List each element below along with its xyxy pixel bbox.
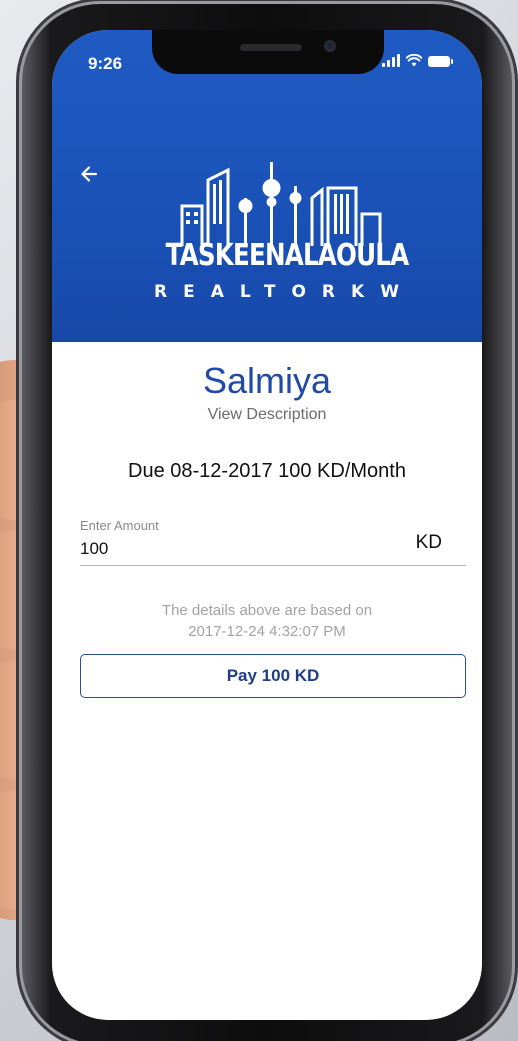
info-line-2: 2017-12-24 4:32:07 PM (188, 623, 346, 640)
back-button[interactable] (74, 158, 106, 190)
phone-notch (152, 30, 384, 74)
app-header: 9:26 TASKEENALAOULA REALTORKW (52, 30, 482, 342)
amount-input[interactable] (80, 536, 398, 562)
info-line-1: The details above are based on (161, 602, 373, 619)
wifi-icon (406, 54, 422, 67)
skyline-logo-icon (180, 162, 382, 246)
brand-logo: TASKEENALAOULA REALTORKW (142, 158, 415, 318)
front-camera (324, 40, 336, 52)
status-time: 9:26 (88, 54, 123, 73)
signal-icon (382, 54, 400, 67)
due-text: Due 08-12-2017 100 KD/Month (128, 460, 406, 482)
currency-label: KD (415, 532, 442, 553)
input-underline (80, 565, 466, 566)
info-text: The details above are based on 2017-12-2… (52, 600, 482, 642)
scene: 9:26 TASKEENALAOULA REALTORKW Salmiya Vi… (0, 0, 518, 1041)
battery-icon (428, 56, 453, 67)
view-description-link[interactable]: View Description (52, 406, 482, 424)
amount-label: Enter Amount (80, 518, 159, 533)
status-icons (382, 54, 453, 67)
back-arrow-icon (81, 166, 98, 182)
phone-frame: 9:26 TASKEENALAOULA REALTORKW Salmiya Vi… (22, 4, 512, 1041)
speaker-grille (240, 44, 302, 51)
phone-screen: 9:26 TASKEENALAOULA REALTORKW Salmiya Vi… (52, 30, 482, 1020)
brand-subtitle: REALTORKW (154, 282, 415, 302)
pay-button[interactable]: Pay 100 KD (80, 654, 466, 698)
property-title: Salmiya (202, 360, 332, 401)
brand-name: TASKEENALAOULA (165, 238, 410, 273)
